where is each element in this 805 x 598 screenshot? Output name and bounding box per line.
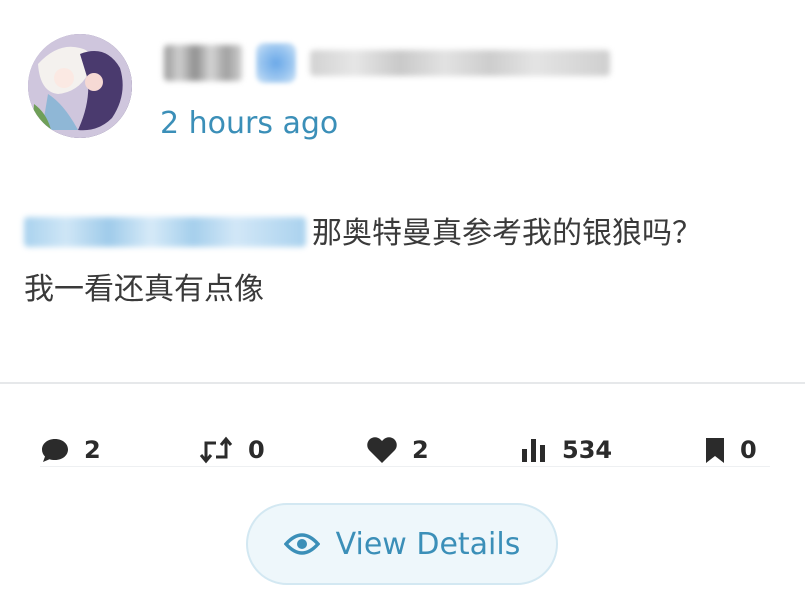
repost-count: 0 xyxy=(248,436,265,464)
view-details-button[interactable]: View Details xyxy=(246,503,558,585)
author-name-redacted[interactable] xyxy=(164,45,242,81)
repost-button[interactable]: 0 xyxy=(198,430,265,470)
bookmark-icon xyxy=(704,436,726,464)
comment-count: 2 xyxy=(84,436,101,464)
comment-icon xyxy=(40,436,70,464)
verified-badge-icon xyxy=(256,43,296,83)
like-button[interactable]: 2 xyxy=(366,430,429,470)
view-details-label: View Details xyxy=(335,526,521,562)
like-count: 2 xyxy=(412,436,429,464)
action-bar: 2 0 2 534 0 xyxy=(40,430,770,470)
post-text-line2: 我一看还真有点像 xyxy=(24,272,264,307)
author-row xyxy=(164,42,610,84)
post-text-line1: 那奥特曼真参考我的银狼吗？ xyxy=(312,216,702,251)
post-card: 2 hours ago 那奥特曼真参考我的银狼吗？ 我一看还真有点像 2 0 2… xyxy=(0,0,805,598)
bar-chart-icon xyxy=(520,437,548,463)
post-content: 那奥特曼真参考我的银狼吗？ 我一看还真有点像 xyxy=(24,206,794,318)
heart-icon xyxy=(366,436,398,464)
mention-redacted[interactable] xyxy=(24,217,306,247)
eye-icon xyxy=(283,532,320,556)
action-divider xyxy=(40,466,770,467)
bookmark-count: 0 xyxy=(740,436,757,464)
avatar[interactable] xyxy=(28,34,132,138)
comment-button[interactable]: 2 xyxy=(40,430,101,470)
post-timestamp[interactable]: 2 hours ago xyxy=(160,106,338,141)
repost-icon xyxy=(198,436,234,464)
bookmark-button[interactable]: 0 xyxy=(704,430,757,470)
view-count: 534 xyxy=(562,436,613,464)
author-handle-redacted[interactable] xyxy=(310,50,610,76)
divider xyxy=(0,382,805,384)
views-button[interactable]: 534 xyxy=(520,430,612,470)
